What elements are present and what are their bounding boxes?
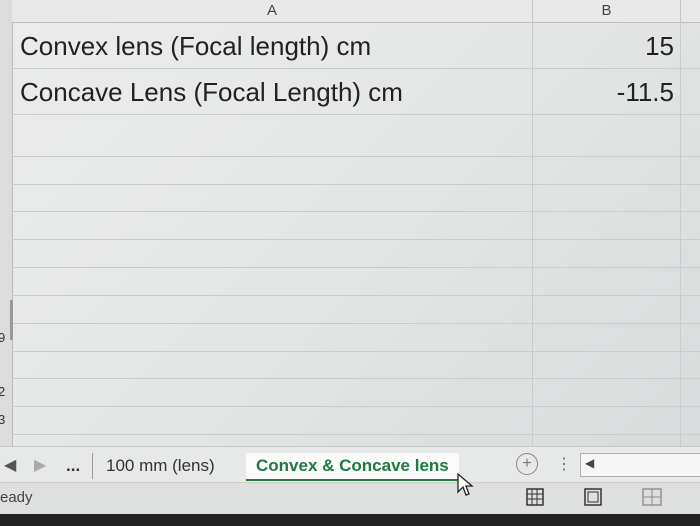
add-sheet-icon[interactable]: +: [516, 453, 538, 475]
row-number[interactable]: 9: [0, 330, 10, 345]
status-ready: eady: [0, 489, 33, 506]
selection-edge: [10, 300, 13, 340]
gridline: [12, 351, 700, 352]
page-break-view-icon[interactable]: [642, 488, 662, 506]
tab-divider: [92, 453, 93, 479]
prev-sheet-icon[interactable]: ◀: [4, 455, 16, 475]
gridline: [12, 406, 700, 407]
status-bar: eady: [0, 482, 700, 515]
column-header-b[interactable]: B: [533, 0, 681, 23]
mouse-pointer-icon: [457, 472, 474, 496]
column-header-a[interactable]: A: [12, 0, 533, 23]
gridline: [12, 239, 700, 240]
tab-convex-concave-lens[interactable]: Convex & Concave lens: [246, 453, 459, 481]
cell-a1[interactable]: Convex lens (Focal length) cm: [20, 23, 371, 69]
page-layout-view-icon[interactable]: [584, 488, 602, 506]
gridline: [680, 22, 681, 446]
screen-bezel: [0, 514, 700, 526]
gridline: [12, 211, 700, 212]
worksheet-grid: 9 2 3 A B Convex lens (Focal length) cm …: [0, 0, 700, 446]
scroll-left-icon[interactable]: ◀: [585, 456, 594, 470]
tab-100mm-lens[interactable]: 100 mm (lens): [96, 453, 225, 479]
normal-view-icon[interactable]: [526, 488, 544, 506]
row-number-strip: 9 2 3: [0, 0, 13, 446]
horizontal-scrollbar[interactable]: ◀: [580, 453, 700, 477]
gridline: [12, 295, 700, 296]
sheet-tab-bar: ◀ ▶ ... 100 mm (lens) Convex & Concave l…: [0, 446, 700, 483]
row-number[interactable]: 3: [0, 412, 10, 427]
cell-b1[interactable]: 15: [560, 23, 674, 69]
gridline: [12, 323, 700, 324]
next-sheet-icon[interactable]: ▶: [34, 455, 46, 475]
gridline: [12, 434, 700, 435]
gridline: [12, 184, 700, 185]
gridline: [532, 22, 533, 446]
row-number[interactable]: 2: [0, 384, 10, 399]
column-header-c[interactable]: [681, 0, 700, 23]
more-options-icon[interactable]: ⋮: [556, 454, 572, 474]
gridline: [12, 267, 700, 268]
cell-b2[interactable]: -11.5: [560, 69, 674, 115]
more-sheets-button[interactable]: ...: [56, 453, 90, 479]
gridline: [12, 378, 700, 379]
cell-a2[interactable]: Concave Lens (Focal Length) cm: [20, 69, 403, 115]
gridline: [12, 156, 700, 157]
